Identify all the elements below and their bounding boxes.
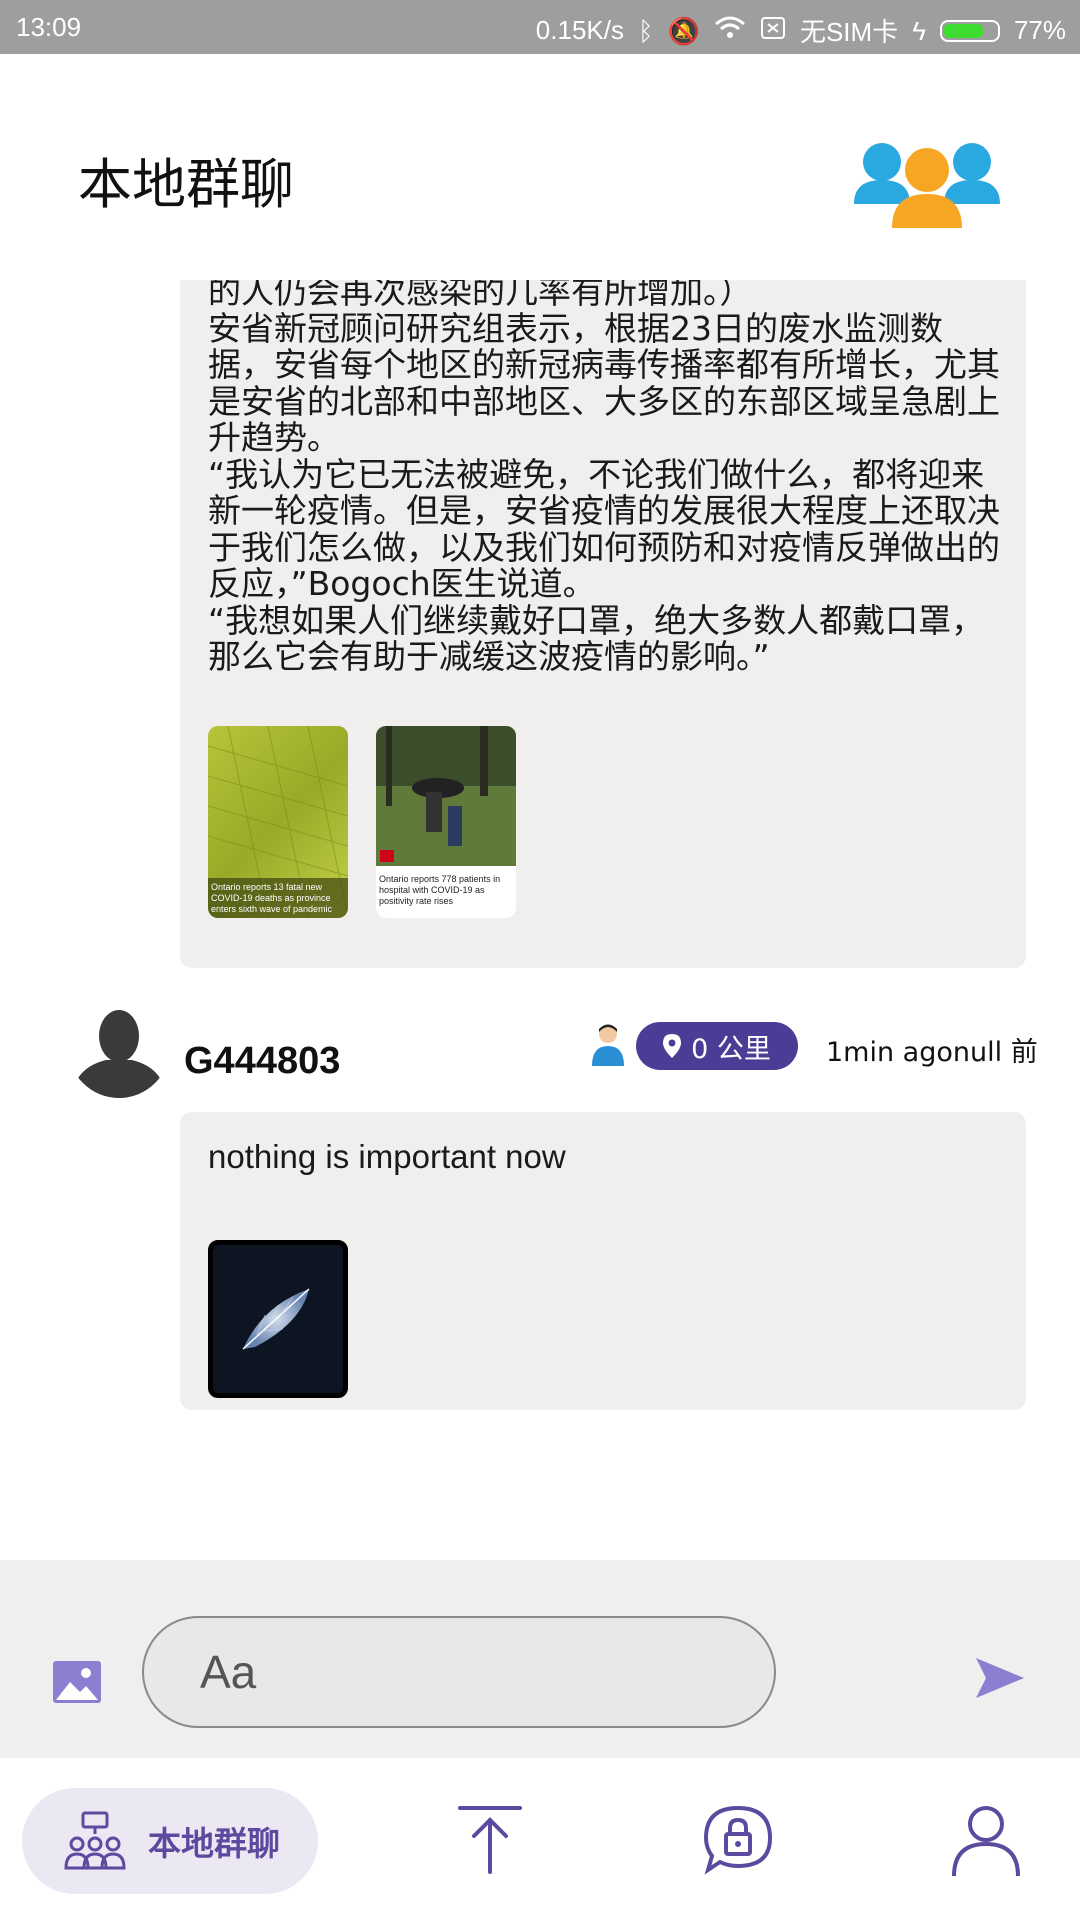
- battery-icon: [939, 19, 1000, 42]
- send-button[interactable]: [974, 1656, 1026, 1700]
- nav-profile[interactable]: [948, 1802, 1024, 1878]
- sim-status: 无SIM卡: [799, 17, 899, 47]
- nav-local-chat-label: 本地群聊: [148, 1824, 280, 1863]
- avatar[interactable]: [68, 996, 170, 1098]
- community-icon: [64, 1811, 126, 1870]
- message-bubble: 的人仍会再次感染的几率有所增加。） 安省新冠顾问研究组表示，根据23日的废水监测…: [180, 280, 1026, 968]
- distance-badge: 0 公里: [636, 1022, 798, 1070]
- location-pin-icon: [663, 1034, 682, 1058]
- message-image[interactable]: [208, 1240, 348, 1398]
- article-thumbnail[interactable]: Ontario reports 13 fatal new COVID-19 de…: [208, 726, 348, 918]
- chat-feed[interactable]: 的人仍会再次感染的几率有所增加。） 安省新冠顾问研究组表示，根据23日的废水监测…: [0, 280, 1080, 1560]
- app-header: 本地群聊: [0, 54, 1080, 280]
- thumbnail-caption: Ontario reports 13 fatal new COVID-19 de…: [211, 882, 333, 914]
- status-bar: 13:09 0.15K/s ᛒ 🔕 无SIM卡 ϟ 77%: [0, 0, 1080, 54]
- charging-icon: ϟ: [912, 15, 926, 46]
- username[interactable]: G444803: [184, 1040, 340, 1083]
- bottom-navigation: 本地群聊: [0, 1758, 1080, 1920]
- timestamp: 1min agonull 前: [826, 1037, 1038, 1068]
- message-input[interactable]: [142, 1616, 776, 1728]
- message-text: 的人仍会再次感染的几率有所增加。） 安省新冠顾问研究组表示，根据23日的废水监测…: [208, 280, 1000, 676]
- image-icon: [53, 1661, 101, 1703]
- status-time: 13:09: [16, 12, 82, 42]
- battery-percent: 77%: [1013, 15, 1066, 45]
- nav-local-chat[interactable]: 本地群聊: [22, 1788, 318, 1894]
- sim-off-icon: [760, 16, 786, 45]
- article-thumbnail[interactable]: Ontario reports 778 patients in hospital…: [376, 726, 516, 918]
- network-speed: 0.15K/s: [535, 15, 624, 45]
- message-composer: [0, 1560, 1080, 1758]
- send-icon: [976, 1658, 1024, 1698]
- thumbnail-caption: Ontario reports 778 patients in hospital…: [379, 874, 501, 906]
- distance-text: 0 公里: [691, 1033, 771, 1065]
- upload-icon: [458, 1806, 522, 1874]
- message-bubble: nothing is important now: [180, 1112, 1026, 1410]
- wifi-icon: [714, 16, 746, 45]
- bluetooth-icon: ᛒ: [637, 15, 654, 46]
- user-location-icon: [590, 1022, 626, 1066]
- message-text: nothing is important now: [208, 1138, 566, 1175]
- user-icon: [952, 1806, 1020, 1877]
- nav-private-chat[interactable]: [700, 1802, 776, 1878]
- page-title: 本地群聊: [78, 153, 294, 216]
- lock-chat-icon: [703, 1805, 773, 1875]
- group-members-icon[interactable]: [854, 132, 1000, 228]
- mute-icon: 🔕: [667, 15, 700, 46]
- status-icons: 0.15K/s ᛒ 🔕 无SIM卡 ϟ 77%: [536, 12, 1066, 49]
- battery-fill: [943, 23, 984, 38]
- nav-upload[interactable]: [452, 1802, 528, 1878]
- image-picker-button[interactable]: [52, 1660, 102, 1704]
